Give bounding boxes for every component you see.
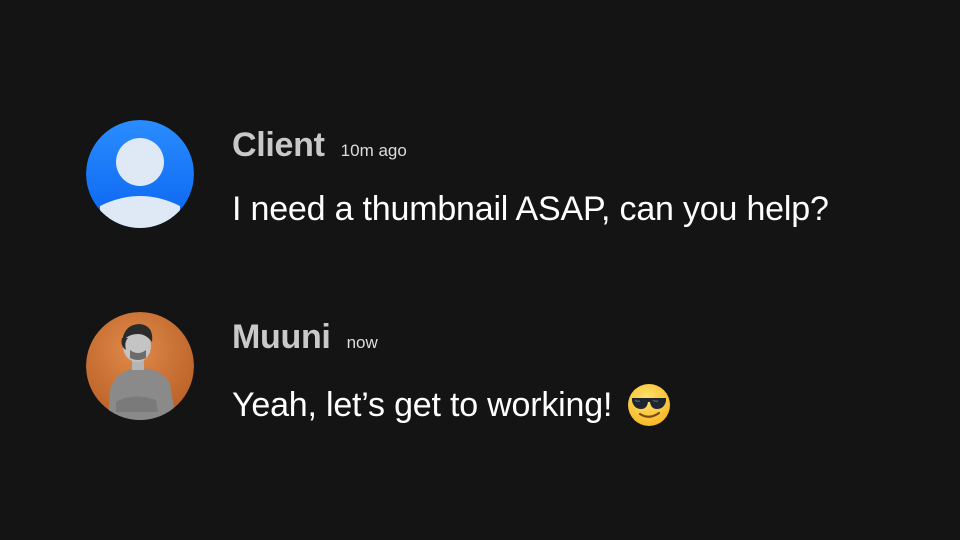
default-avatar-icon[interactable]: [86, 120, 194, 228]
chat-message: Client 10m ago I need a thumbnail ASAP, …: [86, 120, 906, 230]
message-text: I need a thumbnail ASAP, can you help?: [232, 190, 906, 229]
message-author[interactable]: Muuni: [232, 318, 331, 357]
message-timestamp: 10m ago: [340, 141, 407, 160]
message-body: I need a thumbnail ASAP, can you help?: [232, 190, 829, 228]
message-timestamp: now: [346, 333, 378, 352]
message-author[interactable]: Client: [232, 126, 325, 165]
user-photo-avatar[interactable]: [86, 312, 194, 420]
message-text: Yeah, let’s get to working!: [232, 382, 906, 428]
sunglasses-emoji-icon: [626, 382, 672, 428]
chat-message: Muuni now Yeah, let’s get to working!: [86, 312, 906, 426]
message-body: Yeah, let’s get to working!: [232, 385, 613, 424]
